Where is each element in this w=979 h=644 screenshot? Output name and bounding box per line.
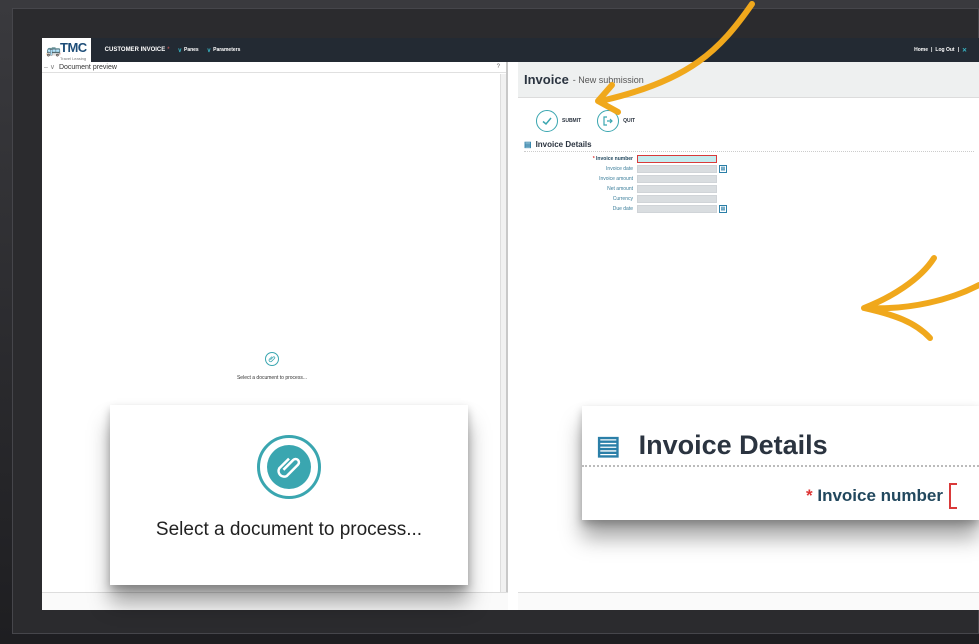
- form-row: Invoice date ▦: [518, 164, 979, 173]
- zoom-section-title: Invoice Details: [638, 430, 828, 460]
- field-input[interactable]: [637, 184, 717, 193]
- submit-label: SUBMIT: [562, 118, 582, 124]
- pane-header: – ∨ Document preview ?: [42, 62, 506, 73]
- zoom-field-label-text: Invoice number: [817, 486, 943, 505]
- field-input[interactable]: [637, 164, 717, 173]
- invoice-form: * Invoice number Invoice date ▦ Invoice amo…: [518, 154, 979, 213]
- field-label: Invoice amount: [518, 176, 637, 182]
- section-header: ▤ Invoice Details: [524, 140, 974, 152]
- quit-label: QUIT: [623, 118, 636, 124]
- page-subtitle: - New submission: [572, 74, 644, 85]
- zoom-field-row: * Invoice number: [582, 483, 979, 509]
- required-marker: *: [806, 486, 813, 505]
- help-mark[interactable]: ?: [497, 64, 500, 70]
- book-icon: ▤: [596, 430, 621, 460]
- book-icon: ▤: [524, 140, 532, 149]
- zoom-callout-details: ▤ Invoice Details * Invoice number: [582, 406, 979, 520]
- pane-header-label: Document preview: [58, 63, 117, 71]
- field-label-text: Invoice date: [606, 165, 633, 172]
- field-input[interactable]: [637, 204, 717, 213]
- field-label: * Invoice number: [518, 156, 637, 162]
- form-row: Invoice amount: [518, 174, 979, 183]
- field-label-text: Invoice amount: [599, 175, 633, 182]
- form-row: Due date ▦: [518, 204, 979, 213]
- calendar-icon[interactable]: ▦: [719, 164, 727, 173]
- paperclip-icon: [257, 435, 321, 499]
- collapse-toggle[interactable]: – ∨: [44, 63, 55, 71]
- form-row: Currency: [518, 194, 979, 203]
- logo-wordmark: TMC Travel Leasing: [60, 39, 87, 61]
- chevron-down-icon: ∨: [206, 47, 212, 54]
- empty-preview-message: Select a document to process...: [236, 375, 308, 381]
- vertical-scrollbar[interactable]: [500, 74, 506, 608]
- logo[interactable]: 🚌 TMC Travel Leasing: [42, 38, 91, 62]
- field-label: Currency: [518, 196, 637, 202]
- field-label-text: Due date: [612, 205, 633, 212]
- submit-button[interactable]: SUBMIT: [536, 110, 581, 132]
- user-links: Home | Log Out | ✕: [914, 47, 979, 54]
- menu-panes[interactable]: ∨ Panes: [178, 47, 199, 54]
- field-input[interactable]: [637, 154, 717, 163]
- zoom-preview-message: Select a document to process...: [155, 519, 423, 540]
- calendar-icon[interactable]: ▦: [719, 204, 727, 213]
- invoice-form-pane: Invoice - New submission SUBMIT QUIT ▤ I…: [518, 62, 979, 610]
- empty-preview: Select a document to process...: [42, 352, 502, 381]
- form-row: * Invoice number: [518, 154, 979, 163]
- menu-panes-label: Panes: [183, 47, 199, 53]
- zoom-field-label: * Invoice number: [806, 486, 943, 506]
- field-input[interactable]: [637, 194, 717, 203]
- page-title: Invoice: [524, 72, 569, 87]
- exit-icon: [597, 110, 620, 132]
- form-row: Net amount: [518, 184, 979, 193]
- section-title: Invoice Details: [535, 140, 592, 149]
- app-title: CUSTOMER INVOICE: [104, 47, 166, 53]
- menu-parameters-label: Parameters: [213, 47, 241, 53]
- zoom-invoice-number-input[interactable]: [949, 483, 957, 509]
- zoom-section-header: ▤ Invoice Details: [582, 406, 979, 467]
- paperclip-icon: [265, 352, 279, 366]
- unsaved-marker: *: [167, 47, 170, 53]
- check-icon: [536, 110, 558, 132]
- home-link[interactable]: Home: [914, 47, 928, 53]
- pane-footer: [42, 592, 508, 610]
- chevron-down-icon: ∨: [177, 47, 182, 54]
- menu-parameters[interactable]: ∨ Parameters: [207, 47, 241, 54]
- invoice-header: Invoice - New submission: [518, 62, 979, 98]
- logo-subtitle: Travel Leasing: [60, 56, 87, 61]
- zoom-callout-preview: Select a document to process...: [110, 405, 468, 585]
- bus-logo-icon: 🚌: [46, 43, 61, 57]
- close-icon[interactable]: ✕: [962, 47, 967, 54]
- pane-footer: [518, 592, 979, 610]
- top-navigation-bar: 🚌 TMC Travel Leasing CUSTOMER INVOICE * …: [42, 38, 979, 62]
- field-label: Due date: [518, 206, 637, 212]
- field-label: Net amount: [518, 186, 637, 192]
- field-input[interactable]: [637, 174, 717, 183]
- paperclip-icon-fill: [267, 445, 311, 489]
- logo-text: TMC: [60, 40, 87, 55]
- quit-button[interactable]: QUIT: [597, 110, 635, 132]
- link-separator: |: [957, 47, 959, 53]
- field-label-text: Net amount: [607, 185, 633, 192]
- field-label-text: Invoice number: [596, 155, 633, 162]
- field-label-text: Currency: [612, 195, 633, 202]
- field-label: Invoice date: [518, 166, 637, 172]
- action-bar: SUBMIT QUIT: [518, 98, 979, 132]
- logout-link[interactable]: Log Out: [935, 47, 954, 53]
- link-separator: |: [930, 47, 933, 53]
